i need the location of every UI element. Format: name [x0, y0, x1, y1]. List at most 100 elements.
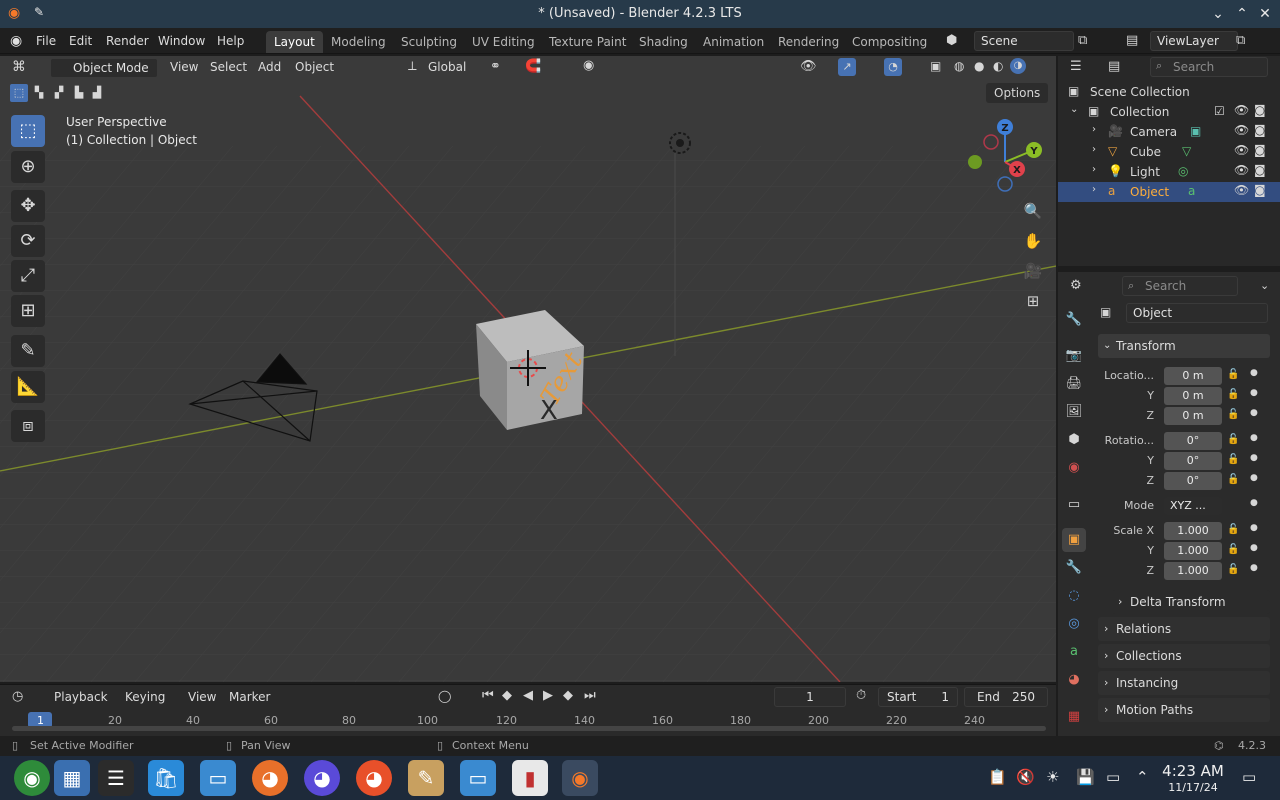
location-y-field[interactable]: 0 m: [1164, 387, 1222, 405]
object-type-icon[interactable]: ▣: [1100, 305, 1111, 319]
motion-paths-panel-header[interactable]: › Motion Paths: [1098, 698, 1270, 722]
transform-orientation-icon[interactable]: ⟂: [408, 59, 417, 74]
desktop-icon[interactable]: ▦: [54, 760, 90, 796]
end-frame-field[interactable]: End 250: [964, 687, 1048, 707]
network-tray-icon[interactable]: ▭: [1106, 768, 1120, 786]
measure-tool-icon[interactable]: 📐: [11, 371, 45, 403]
select-box-subtract-icon[interactable]: ▞: [50, 84, 68, 102]
office-icon[interactable]: ▮: [512, 760, 548, 796]
new-view-layer-icon[interactable]: ⧉: [1236, 33, 1245, 48]
lock-icon[interactable]: 🔓: [1227, 409, 1239, 420]
location-z-field[interactable]: 0 m: [1164, 407, 1222, 425]
gizmo-toggle-icon[interactable]: ↗: [838, 58, 856, 76]
play-reverse-icon[interactable]: ◀: [523, 688, 533, 703]
next-keyframe-icon[interactable]: ◆: [563, 688, 573, 703]
scale-x-field[interactable]: 1.000: [1164, 522, 1222, 540]
object-tab-icon[interactable]: ▣: [1062, 528, 1086, 552]
snap-icon[interactable]: 🧲: [525, 59, 541, 74]
lock-icon[interactable]: 🔓: [1227, 454, 1239, 465]
output-tab-icon[interactable]: 🖨: [1062, 372, 1086, 396]
outliner-editor-type-icon[interactable]: ☰: [1070, 59, 1082, 74]
eye-icon[interactable]: 👁: [1234, 143, 1249, 157]
scale-tool-icon[interactable]: ⤢: [11, 260, 45, 292]
keyframe-dot-icon[interactable]: ●: [1250, 523, 1258, 533]
lock-icon[interactable]: 🔓: [1227, 544, 1239, 555]
brightness-icon[interactable]: ☀: [1046, 768, 1059, 786]
app-launcher-icon[interactable]: ◉: [14, 760, 50, 796]
rotation-z-field[interactable]: 0°: [1164, 472, 1222, 490]
pivot-point-icon[interactable]: ⚭: [490, 59, 501, 74]
scene-name-field[interactable]: Scene: [974, 31, 1074, 51]
view-layer-field[interactable]: ViewLayer: [1150, 31, 1238, 51]
lock-icon[interactable]: 🔓: [1227, 389, 1239, 400]
new-scene-icon[interactable]: ⧉: [1078, 33, 1087, 48]
editor-type-icon[interactable]: ⌘: [12, 59, 26, 75]
select-box-intersect-icon[interactable]: ▟: [88, 84, 106, 102]
taskbar-clock[interactable]: 4:23 AM: [1162, 762, 1224, 780]
text-editor-icon[interactable]: ✎: [408, 760, 444, 796]
rotation-mode-dropdown[interactable]: XYZ ...: [1164, 497, 1222, 515]
outliner-collection[interactable]: ⌄ ▣ Collection ☑ 👁 ◙: [1058, 102, 1280, 122]
keyframe-dot-icon[interactable]: ●: [1250, 563, 1258, 573]
collections-panel-header[interactable]: › Collections: [1098, 644, 1270, 668]
rotation-y-field[interactable]: 0°: [1164, 452, 1222, 470]
outliner-item-object[interactable]: › a Object a 👁 ◙: [1058, 182, 1280, 202]
timeline-menu-marker[interactable]: Marker: [229, 690, 270, 704]
mode-selector[interactable]: Object Mode: [50, 58, 158, 78]
viewport-menu-object[interactable]: Object: [295, 60, 334, 74]
pan-hand-icon[interactable]: ✋: [1020, 228, 1046, 254]
relations-panel-header[interactable]: › Relations: [1098, 617, 1270, 641]
timeline-menu-view[interactable]: View: [188, 690, 216, 704]
delta-transform-subpanel[interactable]: › Delta Transform: [1112, 590, 1270, 614]
particles-tab-icon[interactable]: ◌: [1062, 584, 1086, 608]
chevron-right-icon[interactable]: ›: [1092, 184, 1096, 195]
eye-icon[interactable]: 👁: [1234, 123, 1249, 137]
lock-icon[interactable]: 🔓: [1227, 434, 1239, 445]
instancing-panel-header[interactable]: › Instancing: [1098, 671, 1270, 695]
lock-icon[interactable]: 🔓: [1227, 474, 1239, 485]
expand-tray-icon[interactable]: ⌃: [1136, 768, 1149, 786]
minimize-icon[interactable]: ⌄: [1208, 4, 1228, 24]
auto-keying-icon[interactable]: ◯: [438, 689, 451, 703]
world-tab-icon[interactable]: ◉: [1062, 456, 1086, 480]
properties-search-input[interactable]: Search: [1122, 276, 1238, 296]
play-icon[interactable]: ▶: [543, 688, 553, 703]
eye-icon[interactable]: 👁: [1234, 183, 1249, 197]
save-tray-icon[interactable]: 💾: [1076, 768, 1095, 786]
transform-tool-icon[interactable]: ⊞: [11, 295, 45, 327]
firefox-icon[interactable]: ◕: [252, 760, 288, 796]
overlay-toggle-icon[interactable]: ◔: [884, 58, 902, 76]
location-x-field[interactable]: 0 m: [1164, 367, 1222, 385]
prev-keyframe-icon[interactable]: ◆: [502, 688, 512, 703]
menu-render[interactable]: Render: [106, 34, 149, 48]
current-frame-field[interactable]: 1: [774, 687, 846, 707]
xray-icon[interactable]: ▣: [930, 59, 941, 73]
keyframe-dot-icon[interactable]: ●: [1250, 433, 1258, 443]
timeline-menu-playback[interactable]: Playback: [54, 690, 108, 704]
proportional-edit-icon[interactable]: ◉: [583, 58, 594, 73]
outliner-display-mode-icon[interactable]: ▤: [1108, 59, 1120, 74]
tool-tab-icon[interactable]: 🔧: [1062, 308, 1086, 332]
camera-render-icon[interactable]: ◙: [1254, 123, 1266, 137]
texture-tab-icon[interactable]: ▦: [1062, 705, 1086, 729]
show-desktop-icon[interactable]: ▭: [1242, 768, 1256, 786]
clipboard-icon[interactable]: 📋: [988, 768, 1007, 786]
blender-menu-icon[interactable]: ◉: [10, 33, 22, 49]
keyframe-dot-icon[interactable]: ●: [1250, 388, 1258, 398]
material-shading-icon[interactable]: ◐: [993, 59, 1003, 73]
chevron-down-icon[interactable]: ⌄: [1260, 279, 1269, 292]
viewport-menu-view[interactable]: View: [170, 60, 198, 74]
tab-shading[interactable]: Shading: [631, 31, 696, 53]
outliner-item-light[interactable]: › 💡 Light ◎ 👁 ◙: [1058, 162, 1280, 182]
chevron-down-icon[interactable]: ⌄: [1070, 104, 1078, 115]
jump-start-icon[interactable]: ⏮: [482, 688, 494, 703]
transform-orientation-dropdown[interactable]: Global: [428, 60, 466, 74]
tab-compositing[interactable]: Compositing: [844, 31, 935, 53]
timeline-editor-type-icon[interactable]: ◷: [12, 689, 23, 704]
view-layer-tab-icon[interactable]: 🖼: [1062, 400, 1086, 424]
menu-file[interactable]: File: [36, 34, 56, 48]
blender-taskbar-icon[interactable]: ◉: [562, 760, 598, 796]
tab-texture-paint[interactable]: Texture Paint: [541, 31, 634, 53]
tab-sculpting[interactable]: Sculpting: [393, 31, 465, 53]
outliner-item-cube[interactable]: › ▽ Cube ▽ 👁 ◙: [1058, 142, 1280, 162]
